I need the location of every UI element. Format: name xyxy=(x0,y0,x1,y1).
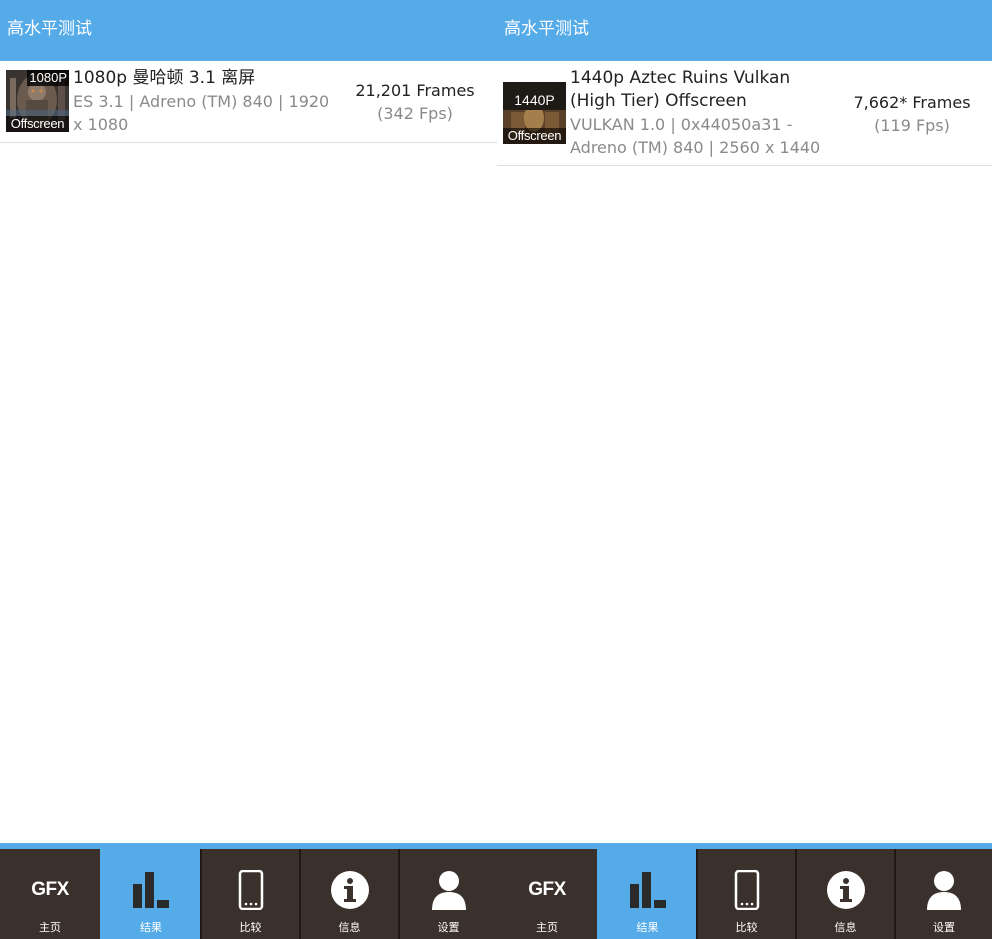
tab-settings[interactable]: 设置 xyxy=(894,849,992,939)
test-thumbnail: 1440P Offscreen xyxy=(503,82,566,144)
tab-info[interactable]: 信息 xyxy=(795,849,894,939)
phone-icon xyxy=(238,870,263,910)
tab-label: 主页 xyxy=(536,921,558,934)
tab-home[interactable]: GFX 主页 xyxy=(0,849,100,939)
result-info: 1080p 曼哈顿 3.1 离屏 ES 3.1 | Adreno (TM) 84… xyxy=(73,67,335,136)
test-details: ES 3.1 | Adreno (TM) 840 | 1920 x 1080 xyxy=(73,92,330,134)
gfx-logo-icon: GFX xyxy=(528,879,566,900)
info-icon xyxy=(330,871,369,909)
result-score: 21,201 Frames (342 Fps) xyxy=(345,79,485,125)
tab-label: 比较 xyxy=(239,921,262,934)
bar-chart-icon xyxy=(629,872,666,908)
tab-results[interactable]: 结果 xyxy=(100,849,200,939)
gfx-logo-icon: GFX xyxy=(31,879,69,900)
score-frames: 7,662* Frames xyxy=(853,93,971,112)
score-frames: 21,201 Frames xyxy=(355,81,475,100)
score-fps: (342 Fps) xyxy=(377,104,453,123)
tab-info[interactable]: 信息 xyxy=(299,849,398,939)
tab-settings[interactable]: 设置 xyxy=(398,849,497,939)
app-bar: 高水平测试 xyxy=(497,0,992,61)
test-name: 1440p Aztec Ruins Vulkan (High Tier) Off… xyxy=(570,68,791,111)
tab-compare[interactable]: 比较 xyxy=(200,849,299,939)
info-icon xyxy=(826,871,865,909)
tab-label: 结果 xyxy=(140,921,162,934)
user-icon xyxy=(431,871,466,910)
result-row-manhattan[interactable]: 1080P Offscreen 1080p 曼哈顿 3.1 离屏 ES 3.1 … xyxy=(0,61,497,143)
result-row-aztec-ruins[interactable]: 1440P Offscreen 1440p Aztec Ruins Vulkan… xyxy=(497,61,992,166)
left-pane: 高水平测试 1080P Offscreen 1080p 曼哈顿 3.1 离屏 E… xyxy=(0,0,497,939)
app-bar: 高水平测试 xyxy=(0,0,497,61)
thumbnail-mode-label: Offscreen xyxy=(503,128,566,144)
tab-label: 设置 xyxy=(437,921,460,934)
bar-chart-icon xyxy=(133,872,169,908)
test-details: VULKAN 1.0 | 0x44050a31 - Adreno (TM) 84… xyxy=(570,115,821,157)
tab-label: 结果 xyxy=(636,921,659,934)
tab-label: 信息 xyxy=(834,921,857,934)
score-fps: (119 Fps) xyxy=(874,116,950,135)
bottom-navigation: GFX 主页 结果 比较 信息 设置 xyxy=(0,843,497,939)
thumbnail-resolution-label: 1080P xyxy=(27,70,69,86)
page-title: 高水平测试 xyxy=(504,19,589,39)
bottom-navigation: GFX 主页 结果 比较 信息 设置 xyxy=(497,843,992,939)
page-title: 高水平测试 xyxy=(7,19,92,39)
result-info: 1440p Aztec Ruins Vulkan (High Tier) Off… xyxy=(570,67,832,159)
tab-results[interactable]: 结果 xyxy=(597,849,696,939)
thumbnail-mode-label: Offscreen xyxy=(6,116,69,132)
right-pane: 高水平测试 1440P Offscreen 1440p Aztec Ruins … xyxy=(497,0,992,939)
test-thumbnail: 1080P Offscreen xyxy=(6,70,69,132)
phone-icon xyxy=(734,870,759,910)
user-icon xyxy=(927,871,961,910)
thumbnail-resolution-label: 1440P xyxy=(514,92,555,108)
result-score: 7,662* Frames (119 Fps) xyxy=(842,91,982,137)
tab-label: 比较 xyxy=(735,921,758,934)
tab-home[interactable]: GFX 主页 xyxy=(497,849,597,939)
tab-label: 主页 xyxy=(39,921,61,934)
tab-label: 信息 xyxy=(338,921,361,934)
test-name: 1080p 曼哈顿 3.1 离屏 xyxy=(73,68,256,88)
tab-compare[interactable]: 比较 xyxy=(696,849,795,939)
tab-label: 设置 xyxy=(933,921,955,934)
